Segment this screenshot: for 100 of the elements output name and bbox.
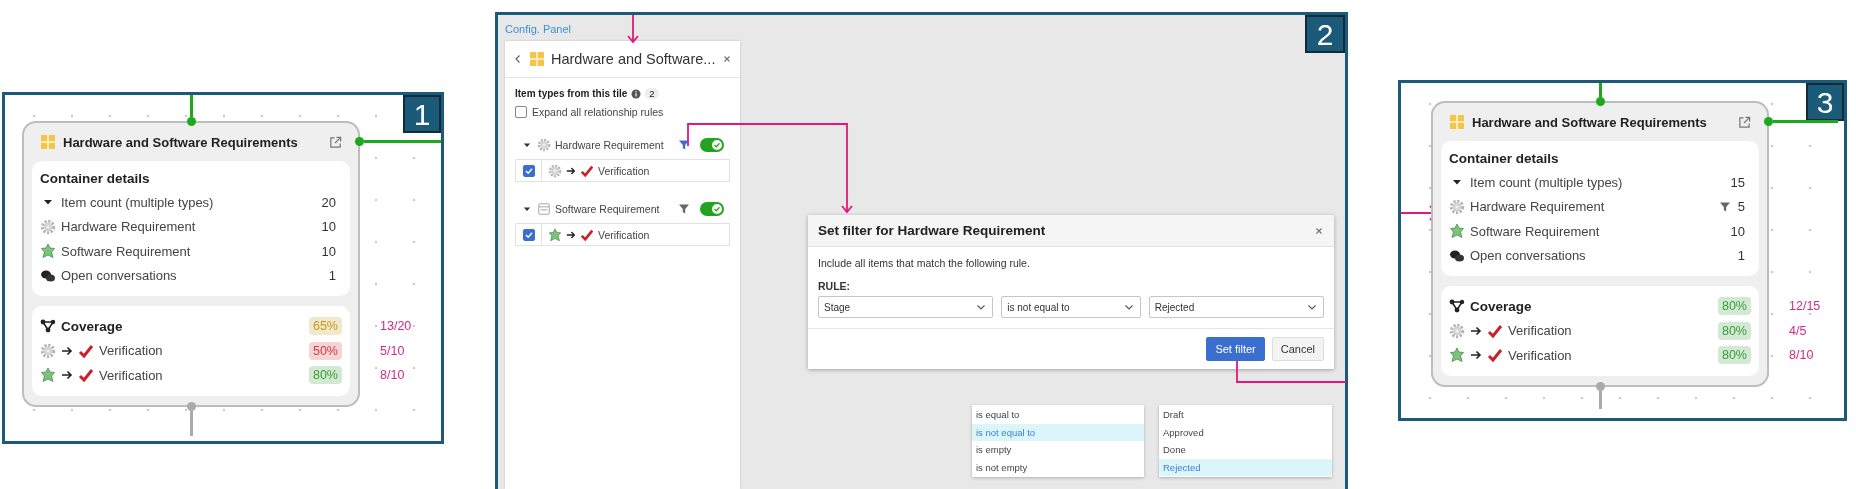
percent-badge: 50% xyxy=(308,341,342,360)
filter-icon[interactable] xyxy=(1718,200,1731,213)
chevron-down-icon xyxy=(1123,302,1134,312)
panel-number-badge: 1 xyxy=(403,95,441,133)
gear-icon xyxy=(40,342,56,359)
ratio-annotation: 8/10 xyxy=(380,368,405,383)
arrow-right-icon xyxy=(61,369,73,382)
row-value: 1 xyxy=(1737,248,1746,264)
connector-line xyxy=(186,95,196,126)
external-link-icon[interactable] xyxy=(329,135,342,149)
form-icon xyxy=(537,202,551,216)
dropdown-select[interactable]: is not equal to xyxy=(1001,296,1141,318)
row-label: Open conversations xyxy=(1470,248,1586,264)
menu-option[interactable]: Draft xyxy=(1159,406,1332,424)
checkbox-label: Expand all relationship rules xyxy=(532,106,664,118)
cancel-button[interactable]: Cancel xyxy=(1271,337,1324,361)
details-heading: Container details xyxy=(1449,151,1560,166)
toggle-switch[interactable] xyxy=(700,138,724,152)
gear-icon xyxy=(1449,198,1465,215)
menu-option[interactable]: is equal to xyxy=(972,406,1144,424)
row-value: 20 xyxy=(321,194,337,210)
row-value: 15 xyxy=(1730,174,1746,190)
filter-icon[interactable] xyxy=(678,139,690,151)
row-label: Verification xyxy=(1508,347,1572,363)
row-value: 10 xyxy=(1730,223,1746,239)
rule-label: Verification xyxy=(598,164,650,177)
menu-option[interactable]: is not equal to xyxy=(972,423,1144,441)
checkmark-icon xyxy=(580,163,594,178)
close-icon[interactable] xyxy=(1314,225,1324,236)
ratio-annotation: 5/10 xyxy=(380,343,405,358)
checkmark-icon xyxy=(580,227,594,242)
checkmark-icon xyxy=(78,342,94,359)
ratio-annotation: 8/10 xyxy=(1789,348,1814,363)
menu-option[interactable]: Approved xyxy=(1159,423,1332,441)
percent-badge: 80% xyxy=(308,366,342,385)
checkmark-icon xyxy=(1487,322,1503,339)
external-link-icon[interactable] xyxy=(1738,115,1751,129)
arrow-right-icon xyxy=(1470,324,1482,337)
connector-arrow xyxy=(627,14,639,44)
rule-label: RULE: xyxy=(818,280,852,292)
menu-option[interactable]: is empty xyxy=(972,441,1144,459)
menu-option[interactable]: Rejected xyxy=(1159,458,1332,476)
checkmark-icon xyxy=(1487,347,1503,364)
row-value: 5 xyxy=(1737,199,1746,215)
checkmark-icon xyxy=(712,140,722,150)
row-value: 10 xyxy=(321,219,337,235)
coverage-label: Coverage xyxy=(61,318,123,334)
dropdown-select[interactable]: Rejected xyxy=(1148,296,1324,318)
ratio-annotation: 12/15 xyxy=(1789,299,1821,314)
arrow-right-icon xyxy=(566,229,576,240)
checkbox[interactable] xyxy=(522,164,535,177)
row-label: Hardware Requirement xyxy=(61,219,196,235)
gear-icon xyxy=(537,138,551,152)
arrow-right-icon xyxy=(1470,349,1482,362)
row-label: Open conversations xyxy=(61,268,177,284)
dropdown-select[interactable]: Stage xyxy=(818,296,994,318)
ratio-annotation: 4/5 xyxy=(1789,323,1807,338)
chevron-down-icon xyxy=(976,302,987,312)
grid-icon xyxy=(529,51,545,67)
caret-icon[interactable] xyxy=(523,205,531,213)
row-label: Item count (multiple types) xyxy=(1470,174,1623,190)
checkbox[interactable] xyxy=(515,106,527,118)
toggle-switch[interactable] xyxy=(700,202,724,216)
filter-icon[interactable] xyxy=(678,203,690,215)
caret-icon[interactable] xyxy=(523,141,531,149)
connector-line xyxy=(1595,83,1605,106)
checkmark-icon xyxy=(78,367,94,384)
row-label: Verification xyxy=(1508,323,1572,339)
checkbox[interactable] xyxy=(522,228,535,241)
rule-label: Verification xyxy=(598,228,650,241)
percent-badge: 80% xyxy=(1717,297,1751,316)
tile-title: Hardware and Software Requirements xyxy=(63,134,298,150)
tile-title: Hardware and Software Requirements xyxy=(1472,114,1707,130)
info-icon xyxy=(631,88,642,99)
set-filter-button[interactable]: Set filter xyxy=(1206,337,1265,361)
details-heading: Container details xyxy=(40,171,151,186)
panel-number-badge: 2 xyxy=(1305,15,1345,53)
menu-option[interactable]: Done xyxy=(1159,441,1332,459)
dialog-title: Set filter for Hardware Requirement xyxy=(818,223,1046,238)
arrow-right-icon xyxy=(566,165,576,176)
network-icon xyxy=(40,318,56,335)
network-icon xyxy=(1449,298,1465,315)
row-label: Verification xyxy=(99,367,163,383)
back-icon[interactable] xyxy=(513,54,523,64)
row-label: Verification xyxy=(99,343,163,359)
row-label: Item count (multiple types) xyxy=(61,194,214,210)
grid-icon xyxy=(1449,114,1465,130)
count-badge: 2 xyxy=(645,88,659,99)
checkmark-icon xyxy=(712,204,722,214)
gear-icon xyxy=(40,218,56,235)
coverage-label: Coverage xyxy=(1470,298,1532,314)
grid-icon xyxy=(40,134,56,150)
item-type-label: Hardware Requirement xyxy=(555,139,664,151)
percent-badge: 65% xyxy=(308,317,342,336)
percent-badge: 80% xyxy=(1717,346,1751,365)
item-type-label: Software Requirement xyxy=(555,203,660,215)
close-icon[interactable] xyxy=(722,54,732,64)
sidebar-title: Hardware and Software... xyxy=(551,51,716,67)
menu-option[interactable]: is not empty xyxy=(972,458,1144,476)
chevron-down-icon xyxy=(1307,302,1317,312)
